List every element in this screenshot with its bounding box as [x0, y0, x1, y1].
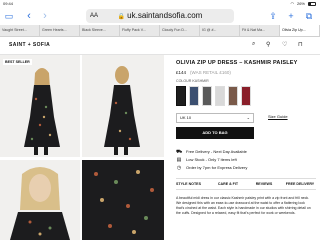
tab-item-active[interactable]: Olivia Zip Up... [280, 25, 320, 36]
product-gallery: BEST SELLER [0, 55, 164, 240]
clock-icon: ◷ [176, 165, 182, 171]
battery-percent: 26% [296, 1, 305, 6]
address-bar[interactable]: AA 🔒 uk.saintandsofia.com [86, 9, 234, 23]
best-seller-badge: BEST SELLER [3, 59, 32, 65]
was-price: (WAS RETAIL £160) [190, 70, 231, 75]
model-back-illustration [104, 66, 140, 155]
bag-icon[interactable]: ⊓ [298, 41, 303, 48]
colour-label: COLOUR KASHMIR [176, 79, 209, 83]
product-accordion-tabs: STYLE NOTES CARE & FIT REVIEWS FREE DELI… [176, 178, 316, 190]
product-description: A beautiful midi dress in our classic Ka… [176, 196, 311, 215]
battery-icon [308, 2, 316, 6]
browser-toolbar: ▭ ‹ › AA 🔒 uk.saintandsofia.com ⇪ + ⧉ [0, 8, 320, 24]
colour-swatch[interactable] [241, 86, 251, 106]
product-image-detail[interactable] [0, 160, 80, 240]
colour-swatch[interactable] [189, 86, 199, 106]
tab-item[interactable]: Vaught Street... [0, 25, 40, 36]
account-icon[interactable]: ⚲ [266, 41, 270, 48]
product-image-front[interactable]: BEST SELLER [0, 55, 80, 157]
status-time: 09:44 [3, 1, 14, 6]
delivery-row: ⛟ Free Delivery - Next Day Available [176, 149, 247, 155]
size-row: UK 10 ⌄ Size Guide [176, 113, 316, 123]
truck-icon: ⛟ [176, 149, 183, 155]
wifi-icon: ◠ [290, 1, 294, 6]
product-name: OLIVIA ZIP UP DRESS – KASHMIR PAISLEY [176, 60, 298, 66]
lock-icon: 🔒 [117, 14, 126, 20]
search-icon[interactable]: ⌕ [252, 41, 255, 48]
delivery-row: ▤ Low Stock - Only 7 items left [176, 157, 237, 163]
tab-item[interactable]: IG @ #... [200, 25, 240, 36]
tab-style-notes[interactable]: STYLE NOTES [176, 182, 208, 186]
colour-swatch[interactable] [215, 86, 225, 106]
product-price: £144 [176, 70, 187, 75]
sidebar-icon[interactable]: ▭ [4, 10, 14, 22]
size-value: UK 10 [180, 115, 192, 120]
tab-item[interactable]: Fluffy Pack V... [120, 25, 160, 36]
site-header: SAINT + SOFIA ⌕ ⚲ ♡ ⊓ [0, 37, 320, 55]
back-icon[interactable]: ‹ [24, 10, 34, 22]
model-illustration [24, 68, 60, 155]
colour-swatch[interactable] [176, 86, 186, 106]
tab-care-fit[interactable]: CARE & FIT [212, 182, 244, 186]
price-row: £144 (WAS RETAIL £160) [176, 70, 316, 75]
size-select[interactable]: UK 10 ⌄ [176, 113, 254, 123]
forward-icon[interactable]: › [40, 10, 50, 22]
product-image-fabric[interactable] [82, 160, 164, 240]
site-logo[interactable]: SAINT + SOFIA [9, 42, 50, 48]
chevron-down-icon: ⌄ [246, 115, 250, 120]
tab-reviews[interactable]: REVIEWS [248, 182, 280, 186]
colour-swatch[interactable] [228, 86, 238, 106]
colour-swatches [176, 86, 316, 106]
delivery-row: ◷ Order by 7pm for Express Delivery [176, 165, 248, 171]
add-to-bag-button[interactable]: ADD TO BAG [176, 127, 254, 139]
new-tab-icon[interactable]: + [286, 10, 296, 22]
reader-aa-button[interactable]: AA [90, 9, 98, 23]
product-info: OLIVIA ZIP UP DRESS – KASHMIR PAISLEY £1… [176, 60, 316, 216]
url-text: uk.saintandsofia.com [127, 11, 203, 20]
colour-swatch[interactable] [202, 86, 212, 106]
product-image-back[interactable] [82, 55, 164, 157]
size-guide-link[interactable]: Size Guide [268, 114, 288, 119]
tab-overview-icon[interactable]: ⧉ [304, 10, 314, 22]
tab-free-delivery[interactable]: FREE DELIVERY [284, 182, 316, 186]
fabric-closeup-illustration [82, 160, 164, 240]
wishlist-icon[interactable]: ♡ [282, 41, 287, 48]
tab-item[interactable]: Fit & Nat Ma... [240, 25, 280, 36]
delivery-info: ⛟ Free Delivery - Next Day Available ▤ Low… [176, 148, 316, 172]
tab-bar: Vaught Street... Green Hearts... Black S… [0, 25, 320, 37]
tab-item[interactable]: Cloudy Fun D... [160, 25, 200, 36]
share-icon[interactable]: ⇪ [268, 10, 278, 22]
tab-item[interactable]: Black Sleeve... [80, 25, 120, 36]
tab-item[interactable]: Green Hearts... [40, 25, 80, 36]
status-bar: 09:44 ◠ 26% [0, 0, 320, 8]
stock-icon: ▤ [176, 157, 182, 163]
model-closeup-illustration [10, 167, 70, 240]
